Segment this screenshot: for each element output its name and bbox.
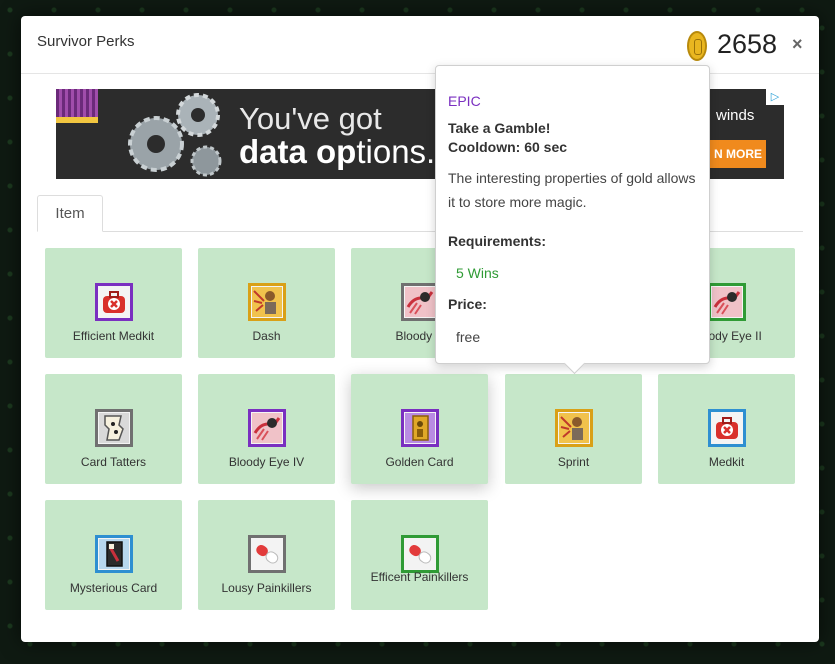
tooltip-description: The interesting properties of gold allow… (448, 170, 696, 210)
perk-label: Bloody Eye IV (228, 455, 305, 469)
perk-card-medkit[interactable]: Medkit (658, 374, 795, 484)
tooltip-cooldown: Cooldown: 60 sec (448, 139, 568, 155)
bloody-eye-icon (708, 283, 746, 321)
pill-icon (401, 535, 439, 573)
perk-card-sprint[interactable]: Sprint (505, 374, 642, 484)
running-person-icon (555, 409, 593, 447)
perk-card-lousy-painkillers[interactable]: Lousy Painkillers (198, 500, 335, 610)
mysterious-card-icon (95, 535, 133, 573)
pill-icon (248, 535, 286, 573)
perk-card-mysterious-card[interactable]: Mysterious Card (45, 500, 182, 610)
ad-stripes-graphic (56, 89, 98, 123)
gold-count: 2658 (717, 29, 778, 59)
perk-label: Efficent Painkillers (370, 570, 469, 584)
adchoices-icon[interactable]: ▷ (766, 89, 784, 105)
tooltip-price-value: free (456, 329, 481, 345)
tooltip-price-label: Price: (448, 296, 487, 312)
perk-card-card-tatters[interactable]: Card Tatters (45, 374, 182, 484)
ad-subline: data options. (239, 133, 436, 170)
perk-label: Sprint (557, 455, 590, 469)
perk-card-dash[interactable]: Dash (198, 248, 335, 358)
tooltip-requirements-value: 5 Wins (456, 265, 499, 281)
ad-brand-text: winds (716, 107, 755, 124)
bloody-eye-icon (248, 409, 286, 447)
perk-label: Card Tatters (80, 455, 147, 469)
perk-card-efficent-painkillers[interactable]: Efficent Painkillers (351, 500, 488, 610)
red-medkit-icon (95, 283, 133, 321)
golden-card-icon (401, 409, 439, 447)
torn-card-icon (95, 409, 133, 447)
perk-label: Dash (252, 329, 281, 343)
modal-title: Survivor Perks (37, 33, 135, 50)
tooltip-perk-name: Take a Gamble! (448, 120, 551, 136)
gears-graphic (128, 93, 222, 177)
gold-coin-icon (687, 31, 707, 61)
perk-label: Mysterious Card (69, 581, 158, 595)
perk-tooltip: EPIC Take a Gamble! Cooldown: 60 sec The… (435, 65, 710, 375)
perk-card-efficient-medkit[interactable]: Efficient Medkit (45, 248, 182, 358)
ad-headline: You've got (239, 101, 382, 136)
perk-label: Efficient Medkit (72, 329, 155, 343)
perk-card-golden-card[interactable]: Golden Card (351, 374, 488, 484)
tooltip-rarity: EPIC (448, 93, 481, 109)
red-medkit-icon (708, 409, 746, 447)
tooltip-requirements-label: Requirements: (448, 233, 547, 249)
perk-label: Medkit (708, 455, 745, 469)
running-person-icon (248, 283, 286, 321)
close-icon[interactable]: × (792, 34, 803, 55)
tab-item[interactable]: Item (37, 195, 103, 232)
survivor-perks-modal: Survivor Perks 2658 × You've got data op… (21, 16, 819, 642)
perk-card-bloody-eye-iv[interactable]: Bloody Eye IV (198, 374, 335, 484)
tooltip-arrow (563, 352, 586, 375)
perk-label: Golden Card (385, 455, 454, 469)
bloody-eye-icon (401, 283, 439, 321)
perk-label: Lousy Painkillers (221, 581, 312, 595)
